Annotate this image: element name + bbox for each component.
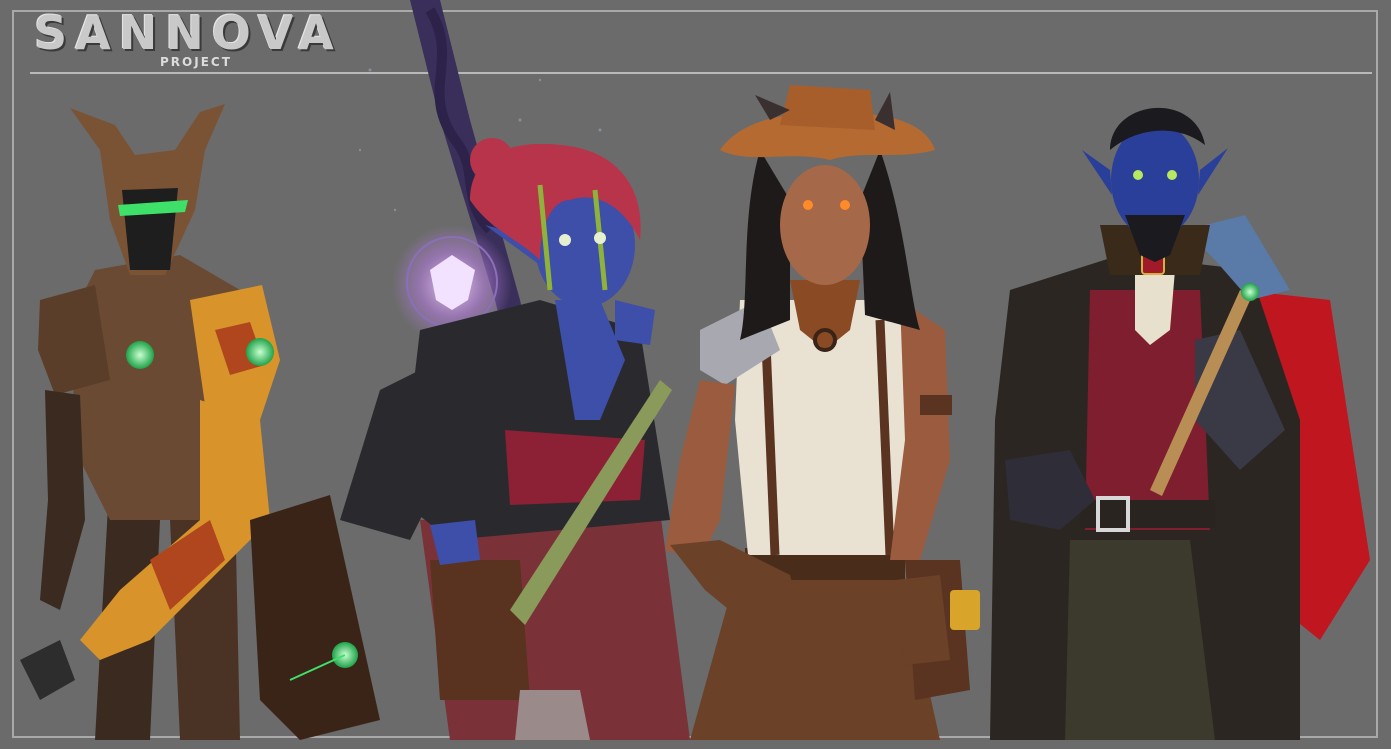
mage-with-staff-figure (340, 0, 690, 740)
blue-skinned-rogue-figure (990, 107, 1370, 740)
character-lineup-artwork (20, 0, 1370, 740)
cowgirl-gunslinger-figure (665, 85, 980, 740)
armored-warrior-figure (20, 104, 380, 740)
